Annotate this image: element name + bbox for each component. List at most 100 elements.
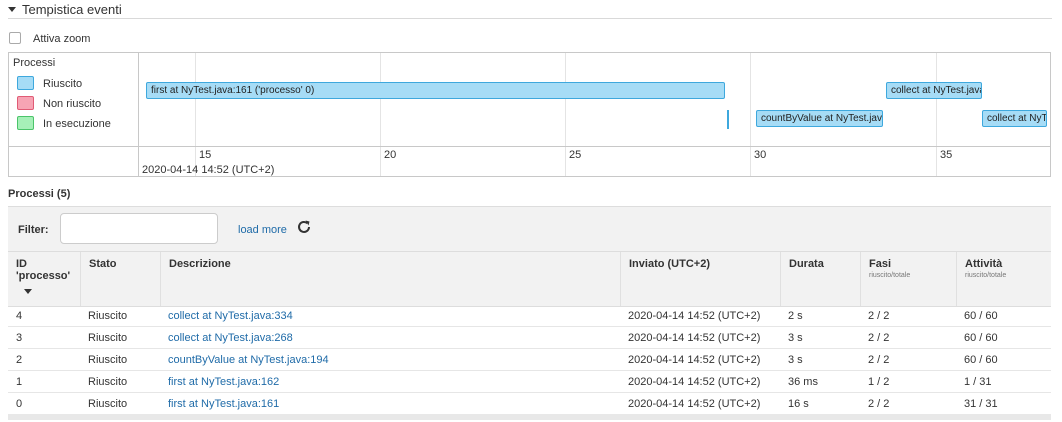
cell-submitted: 2020-04-14 14:52 (UTC+2) [628,332,761,344]
column-header-sublabel: riuscito/totale [869,272,911,279]
table-row: 0 Riuscito first at NyTest.java:161 2020… [8,393,1051,415]
axis-tick-label: 35 [940,149,953,161]
timeline-job-bar[interactable]: collect at NyTest.java:268 [886,82,982,99]
axis-tick-label: 15 [199,149,212,161]
cell-stages: 2 / 2 [868,332,890,344]
cell-status: Riuscito [88,398,128,410]
jobs-table-header: ID 'processo' Stato Descrizione Inviato … [8,251,1051,307]
timeline-job-bar[interactable]: first at NyTest.java:161 ('processo' 0) [146,82,725,99]
cell-submitted: 2020-04-14 14:52 (UTC+2) [628,376,761,388]
gridline [195,53,196,176]
cell-id: 3 [16,332,23,344]
column-header-sublabel: riuscito/totale [965,272,1007,279]
gridline [750,53,751,176]
column-header-submitted[interactable]: Inviato (UTC+2) [620,252,780,306]
cell-duration: 3 s [788,332,803,344]
cell-id: 0 [16,398,23,410]
cell-stages: 2 / 2 [868,354,890,366]
zoom-label: Attiva zoom [33,33,91,45]
cell-tasks: 31 / 31 [964,398,998,410]
filter-bar: Filter: load more [8,206,1051,252]
cell-stages: 2 / 2 [868,398,890,410]
column-header-label: Inviato (UTC+2) [629,258,710,270]
cell-description-link[interactable]: first at NyTest.java:161 [168,393,279,415]
horizontal-scrollbar[interactable] [8,414,1051,420]
cell-status: Riuscito [88,332,128,344]
sort-desc-icon[interactable] [24,289,32,294]
cell-tasks: 60 / 60 [964,310,998,322]
cell-description-link[interactable]: countByValue at NyTest.java:194 [168,349,329,371]
cell-tasks: 60 / 60 [964,354,998,366]
cell-status: Riuscito [88,310,128,322]
event-timeline: Processi Riuscito Non riuscito In esecuz… [8,52,1051,177]
filter-label: Filter: [18,224,49,236]
timeline-job-bar[interactable]: countByValue at NyTest.java:194 [756,110,883,127]
axis-tick-label: 20 [384,149,397,161]
column-header-id[interactable]: ID 'processo' [8,252,80,306]
column-header-tasks[interactable]: Attività riuscito/totale [956,252,1051,306]
cell-duration: 2 s [788,310,803,322]
cell-description-link[interactable]: collect at NyTest.java:268 [168,327,293,349]
cell-submitted: 2020-04-14 14:52 (UTC+2) [628,310,761,322]
legend-title: Processi [13,57,56,69]
axis-tick-label: 30 [754,149,767,161]
table-row: 3 Riuscito collect at NyTest.java:268 20… [8,327,1051,349]
cell-id: 4 [16,310,23,322]
cell-submitted: 2020-04-14 14:52 (UTC+2) [628,398,761,410]
column-header-label: Durata [789,258,824,270]
axis-separator [9,146,1050,147]
timeline-job-marker[interactable] [727,110,729,129]
section-title: Tempistica eventi [22,2,122,17]
cell-tasks: 1 / 31 [964,376,992,388]
column-header-duration[interactable]: Durata [780,252,860,306]
cell-status: Riuscito [88,354,128,366]
cell-stages: 1 / 2 [868,376,890,388]
table-row: 1 Riuscito first at NyTest.java:162 2020… [8,371,1051,393]
zoom-checkbox[interactable] [9,32,21,44]
timeline-legend: Processi Riuscito Non riuscito In esecuz… [9,53,139,146]
jobs-table-title: Processi (5) [8,188,71,200]
cell-id: 2 [16,354,23,366]
axis-left-separator [138,146,139,176]
legend-label: In esecuzione [43,118,111,130]
cell-id: 1 [16,376,23,388]
column-header-label: ID 'processo' [16,258,71,282]
table-row: 4 Riuscito collect at NyTest.java:334 20… [8,305,1051,327]
cell-duration: 36 ms [788,376,818,388]
legend-swatch-failed [17,96,34,110]
cell-status: Riuscito [88,376,128,388]
axis-tick-label: 25 [569,149,582,161]
column-header-label: Descrizione [169,258,231,270]
collapse-triangle-icon[interactable] [8,7,16,12]
timeline-job-bar[interactable]: collect at NyTest.java:334 [982,110,1047,127]
gridline [565,53,566,176]
gridline [936,53,937,176]
jobs-table-body: 4 Riuscito collect at NyTest.java:334 20… [8,305,1051,415]
zoom-toggle[interactable]: Attiva zoom [9,32,90,46]
cell-description-link[interactable]: collect at NyTest.java:334 [168,305,293,327]
legend-label: Non riuscito [43,98,102,110]
column-header-label: Attività [965,258,1003,270]
axis-date-label: 2020-04-14 14:52 (UTC+2) [142,164,275,176]
legend-item-failed: Non riuscito [17,96,101,110]
filter-input[interactable] [60,213,218,244]
cell-duration: 3 s [788,354,803,366]
load-more-link[interactable]: load more [238,224,287,236]
cell-stages: 2 / 2 [868,310,890,322]
table-row: 2 Riuscito countByValue at NyTest.java:1… [8,349,1051,371]
timeline-section-header[interactable]: Tempistica eventi [8,2,1052,19]
legend-label: Riuscito [43,78,83,90]
cell-duration: 16 s [788,398,809,410]
legend-swatch-succeeded [17,76,34,90]
column-header-label: Fasi [869,258,892,270]
column-header-status[interactable]: Stato [80,252,160,306]
gridline [380,53,381,176]
column-header-stages[interactable]: Fasi riuscito/totale [860,252,956,306]
column-header-description[interactable]: Descrizione [160,252,620,306]
refresh-icon[interactable] [296,219,312,235]
cell-description-link[interactable]: first at NyTest.java:162 [168,371,279,393]
cell-tasks: 60 / 60 [964,332,998,344]
cell-submitted: 2020-04-14 14:52 (UTC+2) [628,354,761,366]
legend-item-running: In esecuzione [17,116,111,130]
column-header-label: Stato [89,258,117,270]
